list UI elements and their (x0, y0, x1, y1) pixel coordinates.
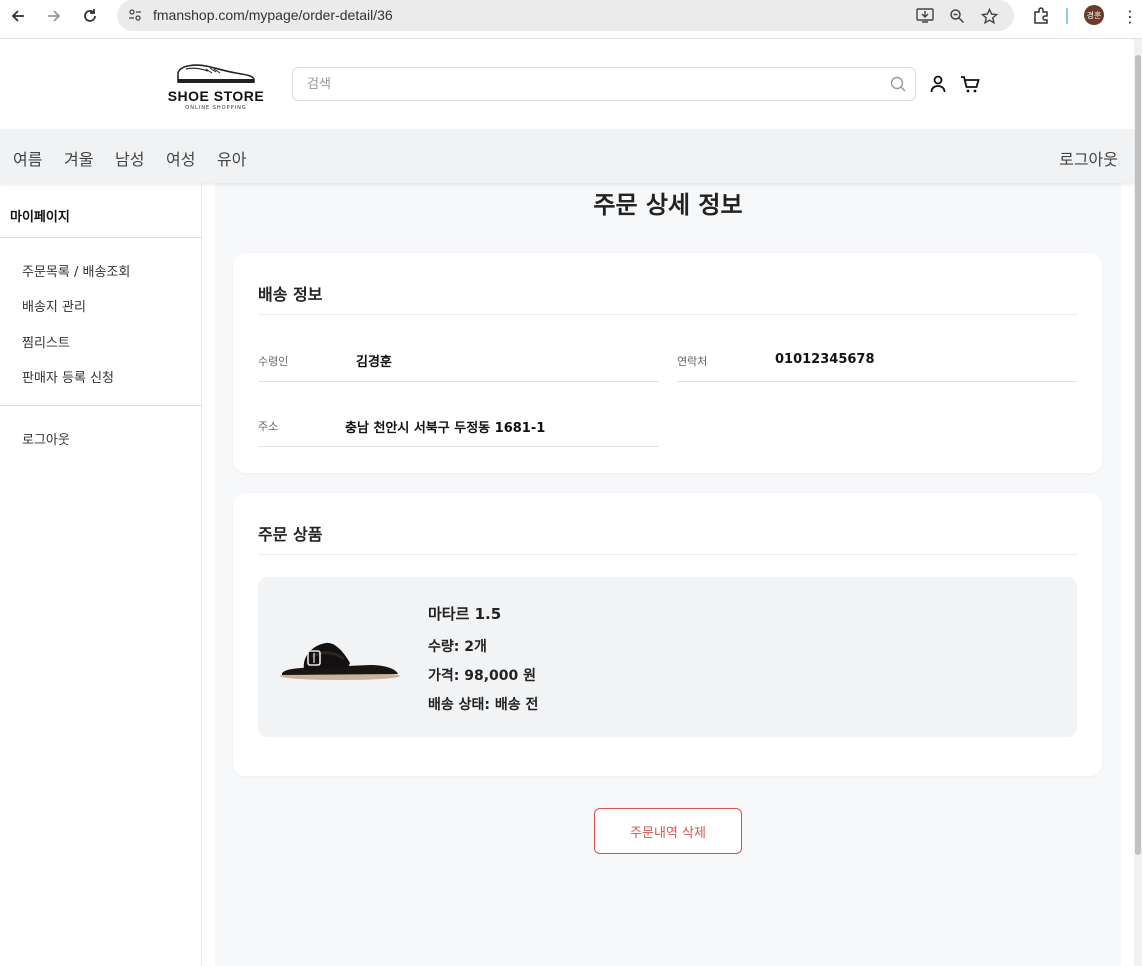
phone-value: 01012345678 (775, 352, 875, 367)
order-product-item[interactable]: 마타르 1.5 수량: 2개 가격: 98,000 원 배송 상태: 배송 전 (258, 577, 1077, 737)
forward-icon[interactable] (41, 5, 67, 27)
field-underline (258, 381, 659, 382)
page-title: 주문 상세 정보 (593, 191, 743, 219)
sidebar-title: 마이페이지 (10, 210, 70, 225)
category-winter[interactable]: 겨울 (64, 146, 93, 170)
address-bar[interactable]: fmanshop.com/mypage/order-detail/36 (117, 0, 1014, 31)
product-name[interactable]: 마타르 1.5 (428, 603, 501, 624)
install-icon[interactable] (915, 6, 935, 26)
category-kids[interactable]: 유아 (217, 146, 246, 170)
order-items-card: 주문 상품 마타르 1.5 수량: 2개 가격: 98,000 원 배송 상태:… (233, 493, 1102, 776)
delete-order-button[interactable]: 주문내역 삭제 (594, 808, 742, 854)
profile-avatar[interactable]: 경훈 (1084, 5, 1104, 25)
sidebar-item-addresses[interactable]: 배송지 관리 (22, 296, 86, 315)
main-content: 주문 상세 정보 배송 정보 수령인 김경훈 연락처 01012345678 주… (215, 183, 1121, 966)
card-divider (258, 554, 1078, 555)
site-header: SHOE STORE ONLINE SHOPPING (0, 39, 1134, 129)
logout-link[interactable]: 로그아웃 (1059, 146, 1118, 170)
menu-kebab-icon[interactable]: ⋮ (1122, 5, 1138, 27)
shipping-info-card: 배송 정보 수령인 김경훈 연락처 01012345678 주소 충남 천안시 … (233, 253, 1102, 473)
store-logo[interactable]: SHOE STORE ONLINE SHOPPING (158, 61, 274, 115)
phone-label: 연락처 (677, 355, 708, 368)
shoe-icon (177, 64, 255, 83)
url-text[interactable]: fmanshop.com/mypage/order-detail/36 (153, 7, 393, 23)
search-bar (292, 67, 916, 101)
category-nav: 여름 겨울 남성 여성 유아 로그아웃 (0, 129, 1134, 183)
cart-icon[interactable] (959, 73, 981, 95)
category-men[interactable]: 남성 (115, 146, 144, 170)
category-women[interactable]: 여성 (166, 146, 195, 170)
sidebar-divider (0, 237, 202, 238)
logo-subtitle: ONLINE SHOPPING (185, 105, 247, 111)
back-icon[interactable] (5, 5, 31, 27)
sidebar-item-seller-register[interactable]: 판매자 등록 신청 (22, 367, 114, 386)
address-value: 충남 천안시 서북구 두정동 1681-1 (345, 421, 546, 436)
category-summer[interactable]: 여름 (13, 146, 42, 170)
bookmark-star-icon[interactable] (979, 6, 999, 26)
search-input[interactable] (293, 68, 873, 100)
address-label: 주소 (258, 420, 279, 433)
recipient-value: 김경훈 (356, 355, 392, 370)
sidebar-item-wishlist[interactable]: 찜리스트 (22, 332, 70, 351)
field-underline (258, 446, 659, 447)
product-price: 가격: 98,000 원 (428, 668, 537, 684)
sidebar-item-logout[interactable]: 로그아웃 (22, 429, 70, 448)
browser-toolbar: fmanshop.com/mypage/order-detail/36 경훈 ⋮ (0, 0, 1142, 39)
toolbar-divider (1066, 8, 1068, 24)
shipping-title: 배송 정보 (258, 285, 323, 304)
scrollbar-thumb[interactable] (1135, 55, 1141, 855)
recipient-label: 수령인 (258, 355, 289, 368)
search-icon[interactable] (889, 75, 907, 93)
sidebar-item-orders[interactable]: 주문목록 / 배송조회 (22, 261, 130, 280)
user-icon[interactable] (927, 73, 949, 95)
product-image[interactable] (278, 637, 402, 687)
extensions-icon[interactable] (1030, 5, 1052, 27)
field-underline (677, 381, 1077, 382)
mypage-sidebar: 마이페이지 주문목록 / 배송조회 배송지 관리 찜리스트 판매자 등록 신청 … (0, 183, 202, 966)
reload-icon[interactable] (77, 5, 103, 27)
zoom-icon[interactable] (947, 6, 967, 26)
sidebar-divider (0, 405, 202, 406)
order-title: 주문 상품 (258, 525, 323, 544)
site-info-icon[interactable] (125, 5, 145, 25)
logo-title: SHOE STORE (167, 88, 265, 104)
page-scrollbar[interactable] (1134, 39, 1142, 966)
card-divider (258, 314, 1078, 315)
product-quantity: 수량: 2개 (428, 639, 487, 655)
delivery-status: 배송 상태: 배송 전 (428, 697, 539, 713)
